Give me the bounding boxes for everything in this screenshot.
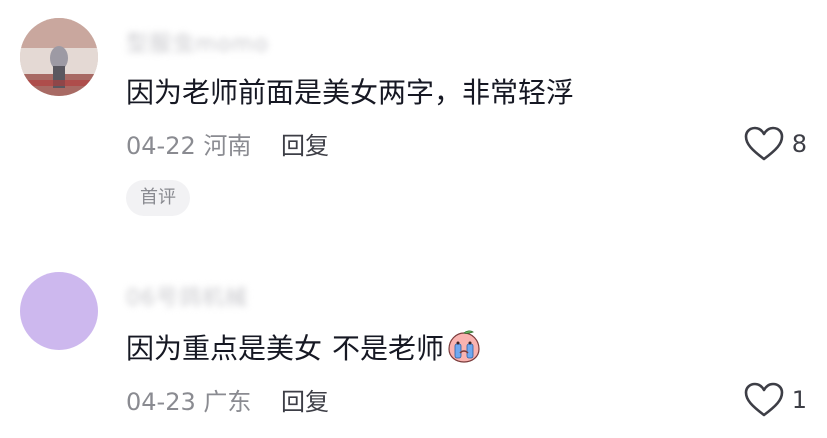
comment-item: 06号鸽机械 因为重点是美女 不是老师 04-23 广东 回复 1	[0, 250, 827, 438]
comment-meta: 04-23 广东 回复	[126, 382, 329, 417]
comment-text-part2: 不是老师	[332, 332, 445, 365]
like-count: 8	[791, 130, 807, 158]
comment-location: 广东	[203, 388, 252, 416]
heart-icon	[744, 382, 784, 417]
comment-text: 因为老师前面是美女两字，非常轻浮	[126, 76, 575, 109]
username[interactable]: 型服虫momo	[126, 26, 269, 58]
heart-icon	[744, 126, 784, 161]
comment-text: 因为重点是美女 不是老师	[126, 327, 482, 367]
comment-date: 04-23	[126, 388, 196, 416]
comment-text-part1: 因为重点是美女	[126, 332, 323, 365]
crying-peach-emoji-icon	[448, 330, 480, 363]
comment-date: 04-22	[126, 132, 196, 160]
avatar[interactable]	[20, 18, 98, 96]
like-button[interactable]: 8	[744, 126, 807, 162]
avatar[interactable]	[20, 272, 98, 350]
username[interactable]: 06号鸽机械	[126, 280, 248, 312]
avatar-photo-icon	[20, 18, 98, 96]
first-comment-badge: 首评	[126, 180, 190, 216]
comment-item: 型服虫momo 因为老师前面是美女两字，非常轻浮 04-22 河南 回复 8 首…	[0, 0, 827, 250]
comment-location: 河南	[203, 132, 252, 160]
reply-button[interactable]: 回复	[281, 132, 329, 160]
comment-meta: 04-22 河南 回复	[126, 126, 329, 161]
like-count: 1	[791, 386, 807, 414]
like-button[interactable]: 1	[744, 382, 807, 418]
reply-button[interactable]: 回复	[281, 388, 329, 416]
